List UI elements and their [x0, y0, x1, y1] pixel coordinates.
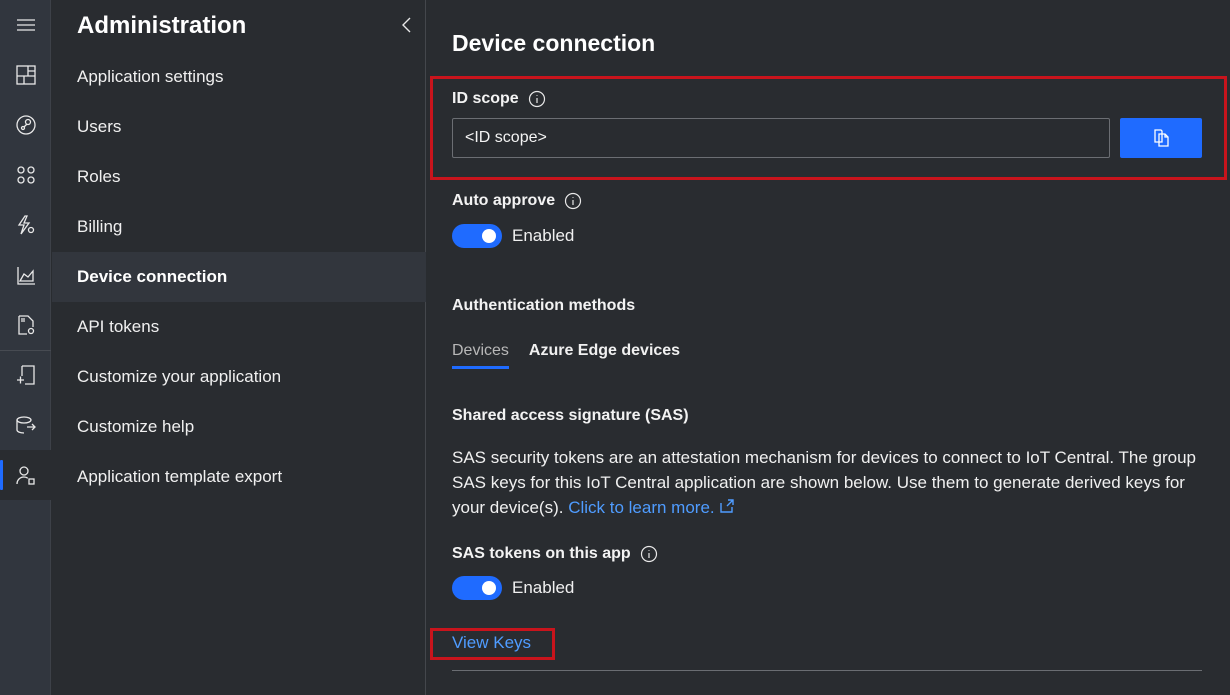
- analytics-icon: [16, 267, 35, 285]
- info-icon[interactable]: [564, 192, 582, 210]
- sas-description: SAS security tokens are an attestation m…: [452, 445, 1212, 520]
- info-icon[interactable]: [640, 545, 658, 563]
- auto-approve-toggle-row: Enabled: [452, 224, 574, 248]
- rail-item-data-export[interactable]: [0, 400, 51, 450]
- administration-icon: [15, 466, 35, 485]
- rail-item-dashboard[interactable]: [0, 50, 51, 100]
- auto-approve-toggle[interactable]: [452, 224, 502, 248]
- dashboard-icon: [15, 65, 36, 85]
- auto-approve-label-row: Auto approve: [452, 192, 582, 210]
- nav-item-application-settings[interactable]: Application settings: [52, 52, 426, 102]
- view-keys-link[interactable]: View Keys: [452, 633, 531, 653]
- rail-item-device-groups[interactable]: [0, 150, 51, 200]
- divider: [452, 670, 1202, 671]
- devices-icon: [15, 115, 36, 135]
- sas-tokens-toggle[interactable]: [452, 576, 502, 600]
- nav-item-device-connection[interactable]: Device connection: [52, 252, 426, 302]
- nav-item-billing[interactable]: Billing: [52, 202, 426, 252]
- chevron-left-icon: [402, 17, 411, 33]
- main-content: Device connection ID scope Auto approve …: [427, 0, 1230, 695]
- sas-description-text: SAS security tokens are an attestation m…: [452, 448, 1196, 517]
- nav-list: Application settings Users Roles Billing…: [52, 52, 426, 502]
- rail-item-jobs[interactable]: [0, 300, 51, 350]
- icon-rail: [0, 0, 51, 695]
- jobs-icon: [17, 315, 34, 335]
- device-groups-icon: [16, 166, 35, 184]
- copy-id-scope-button[interactable]: [1120, 118, 1202, 158]
- hamburger-menu-icon: [16, 19, 35, 31]
- auto-approve-state: Enabled: [512, 226, 575, 245]
- copy-icon: [1154, 129, 1169, 147]
- rail-item-devices[interactable]: [0, 100, 51, 150]
- auth-methods-tabs: Devices Azure Edge devices: [452, 342, 680, 369]
- nav-title: Administration: [77, 12, 247, 39]
- nav-item-api-tokens[interactable]: API tokens: [52, 302, 426, 352]
- auto-approve-label: Auto approve: [452, 192, 556, 209]
- page-title: Device connection: [452, 30, 656, 56]
- auth-methods-title: Authentication methods: [452, 297, 636, 314]
- sas-tokens-toggle-row: Enabled: [452, 576, 574, 600]
- rail-item-rules[interactable]: [0, 200, 51, 250]
- tab-azure-edge-devices[interactable]: Azure Edge devices: [529, 342, 680, 369]
- learn-more-link[interactable]: Click to learn more.: [568, 498, 714, 517]
- id-scope-label-row: ID scope: [452, 90, 546, 108]
- tab-devices[interactable]: Devices: [452, 342, 509, 369]
- sas-tokens-state: Enabled: [512, 578, 575, 597]
- id-scope-input[interactable]: [452, 118, 1110, 158]
- nav-item-customize-application[interactable]: Customize your application: [52, 352, 426, 402]
- device-templates-icon: [16, 365, 35, 385]
- nav-item-template-export[interactable]: Application template export: [52, 452, 426, 502]
- admin-nav: Administration Application settings User…: [52, 0, 426, 695]
- toggle-knob: [482, 581, 496, 595]
- rail-item-administration[interactable]: [0, 450, 51, 500]
- rail-item-device-templates[interactable]: [0, 350, 51, 400]
- rules-icon: [17, 215, 34, 235]
- sas-tokens-label: SAS tokens on this app: [452, 545, 631, 562]
- data-export-icon: [15, 416, 36, 434]
- nav-item-roles[interactable]: Roles: [52, 152, 426, 202]
- toggle-knob: [482, 229, 496, 243]
- nav-item-customize-help[interactable]: Customize help: [52, 402, 426, 452]
- rail-item-analytics[interactable]: [0, 250, 51, 300]
- sas-tokens-label-row: SAS tokens on this app: [452, 545, 658, 563]
- nav-item-users[interactable]: Users: [52, 102, 426, 152]
- id-scope-label: ID scope: [452, 90, 519, 107]
- info-icon[interactable]: [528, 90, 546, 108]
- sas-title: Shared access signature (SAS): [452, 407, 689, 424]
- collapse-nav-button[interactable]: [396, 14, 418, 36]
- hamburger-menu-button[interactable]: [0, 0, 51, 50]
- external-link-icon[interactable]: [719, 496, 735, 513]
